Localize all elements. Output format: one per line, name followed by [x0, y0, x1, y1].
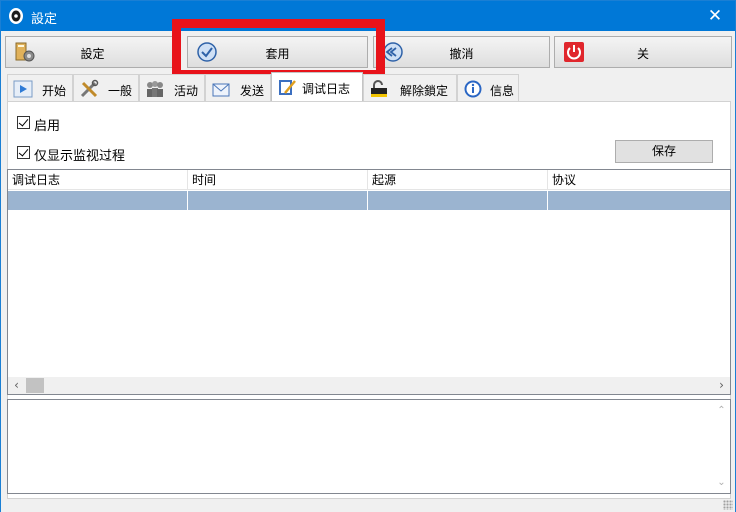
- scrollbar-thumb[interactable]: [26, 378, 44, 393]
- resize-grip-icon[interactable]: [723, 500, 733, 510]
- horizontal-scrollbar[interactable]: ‹ ›: [8, 377, 730, 394]
- column-header-debug-log[interactable]: 调试日志: [8, 170, 188, 190]
- log-detail-textbox[interactable]: ⌃ ⌄: [7, 399, 731, 494]
- close-button[interactable]: ✕: [695, 1, 735, 31]
- settings-button[interactable]: 設定: [5, 36, 180, 68]
- scroll-down-icon[interactable]: ⌄: [713, 474, 730, 491]
- table-cell: [368, 191, 548, 210]
- undo-button-label: 撤消: [449, 47, 474, 61]
- tab-debug-log[interactable]: 调试日志: [271, 72, 363, 102]
- table-cell: [8, 191, 188, 210]
- tab-send-label: 发送: [240, 84, 265, 98]
- undo-button[interactable]: 撤消: [373, 36, 550, 68]
- tab-info-label: 信息: [490, 84, 515, 98]
- tab-debug-log-label: 调试日志: [302, 82, 351, 96]
- app-icon: [9, 8, 23, 24]
- tab-send[interactable]: 发送: [205, 74, 271, 102]
- table-cell: [188, 191, 368, 210]
- monitor-only-label: 仅显示监视过程: [34, 149, 126, 164]
- scroll-right-icon[interactable]: ›: [713, 377, 730, 394]
- save-button[interactable]: 保存: [615, 140, 713, 163]
- power-button[interactable]: 关: [554, 36, 732, 68]
- tab-general-label: 一般: [108, 84, 133, 98]
- power-button-label: 关: [636, 47, 649, 61]
- tab-unlock-label: 解除鎖定: [400, 84, 449, 98]
- info-icon: [464, 80, 482, 98]
- table-header: 调试日志 时间 起源 协议: [8, 170, 730, 190]
- table-cell: [548, 191, 730, 210]
- highlight-annotation: [172, 19, 385, 79]
- scroll-left-icon[interactable]: ‹: [8, 377, 25, 394]
- tab-activity-label: 活动: [174, 84, 199, 98]
- settings-button-label: 設定: [80, 47, 105, 61]
- column-header-protocol[interactable]: 协议: [548, 170, 730, 190]
- tab-start[interactable]: 开始: [7, 74, 73, 102]
- unlock-icon: [371, 80, 387, 97]
- status-bar: [1, 499, 735, 512]
- tools-icon: [80, 79, 99, 98]
- settings-window: 設定 ✕ 設定 套用 撤消 关 开始 一般 活动 发送 调试日志 解除鎖定 信息…: [0, 0, 736, 512]
- enable-label: 启用: [34, 119, 61, 134]
- tab-unlock[interactable]: 解除鎖定: [363, 74, 457, 102]
- vertical-scrollbar[interactable]: ⌃ ⌄: [713, 400, 730, 493]
- people-icon: [147, 81, 163, 97]
- window-title: 設定: [31, 12, 58, 27]
- tab-info[interactable]: 信息: [457, 74, 519, 102]
- tab-activity[interactable]: 活动: [139, 74, 205, 102]
- play-icon: [13, 80, 33, 98]
- tab-start-label: 开始: [42, 84, 67, 98]
- scroll-up-icon[interactable]: ⌃: [713, 402, 730, 419]
- send-envelope-icon: [212, 83, 230, 97]
- debug-log-table[interactable]: 调试日志 时间 起源 协议 ‹ ›: [7, 169, 731, 395]
- debug-log-icon: [279, 80, 296, 95]
- enable-checkbox[interactable]: [17, 116, 30, 129]
- table-row[interactable]: [8, 191, 730, 210]
- monitor-only-checkbox[interactable]: [17, 146, 30, 159]
- column-header-source[interactable]: 起源: [368, 170, 548, 190]
- column-header-time[interactable]: 时间: [188, 170, 368, 190]
- tab-general[interactable]: 一般: [73, 74, 139, 102]
